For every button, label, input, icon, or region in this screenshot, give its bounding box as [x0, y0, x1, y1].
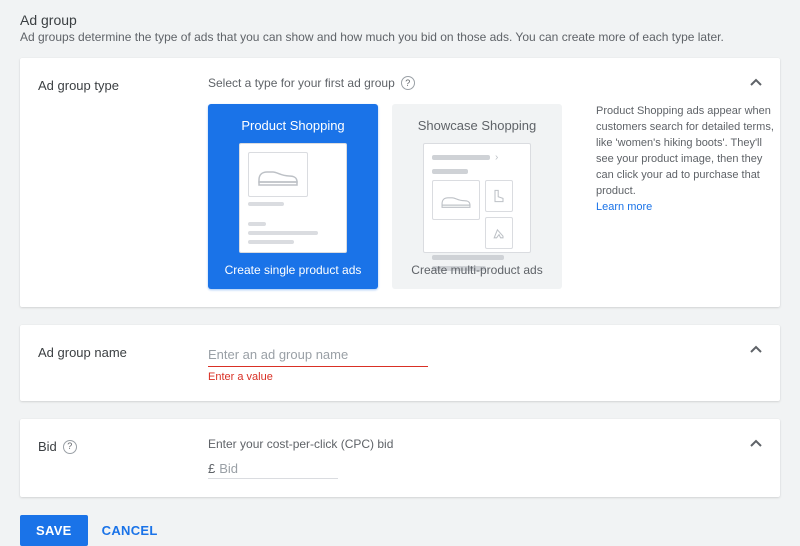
- heel-icon: [485, 217, 513, 249]
- cancel-button[interactable]: CANCEL: [102, 523, 158, 538]
- card-ad-group-type: Ad group type Select a type for your fir…: [20, 58, 780, 307]
- card-bid: Bid ? Enter your cost-per-click (CPC) bi…: [20, 419, 780, 497]
- option-product-shopping[interactable]: Product Shopping: [208, 104, 378, 289]
- chevron-up-icon: [749, 436, 763, 450]
- save-button[interactable]: SAVE: [20, 515, 88, 546]
- bid-input[interactable]: [219, 461, 309, 476]
- label-ad-group-name: Ad group name: [38, 343, 208, 360]
- currency-symbol: £: [208, 461, 215, 476]
- card-ad-group-name: Ad group name Enter a value: [20, 325, 780, 401]
- help-icon[interactable]: ?: [401, 76, 415, 90]
- ad-group-name-input[interactable]: [208, 343, 428, 367]
- preview-product-shopping: [239, 143, 347, 253]
- collapse-toggle-adgrouptype[interactable]: [746, 72, 766, 92]
- boot-icon: [485, 180, 513, 212]
- option-showcase-shopping[interactable]: Showcase Shopping ›: [392, 104, 562, 289]
- shoe-icon: [436, 189, 476, 211]
- page-subtitle: Ad groups determine the type of ads that…: [20, 30, 780, 44]
- preview-showcase-shopping: ›: [423, 143, 531, 253]
- chevron-up-icon: [749, 75, 763, 89]
- chevron-up-icon: [749, 342, 763, 356]
- help-icon[interactable]: ?: [63, 440, 77, 454]
- shoe-icon: [255, 160, 301, 190]
- collapse-toggle-adgroupname[interactable]: [746, 339, 766, 359]
- page-title: Ad group: [20, 12, 780, 28]
- learn-more-link[interactable]: Learn more: [596, 201, 652, 213]
- label-bid: Bid ?: [38, 437, 208, 454]
- action-bar: SAVE CANCEL: [20, 515, 780, 546]
- instruction-ad-group-type: Select a type for your first ad group ?: [208, 76, 776, 90]
- label-ad-group-type: Ad group type: [38, 76, 208, 93]
- collapse-toggle-bid[interactable]: [746, 433, 766, 453]
- ad-group-name-error: Enter a value: [208, 371, 762, 383]
- bid-instruction: Enter your cost-per-click (CPC) bid: [208, 437, 762, 451]
- info-panel: Product Shopping ads appear when custome…: [596, 104, 776, 289]
